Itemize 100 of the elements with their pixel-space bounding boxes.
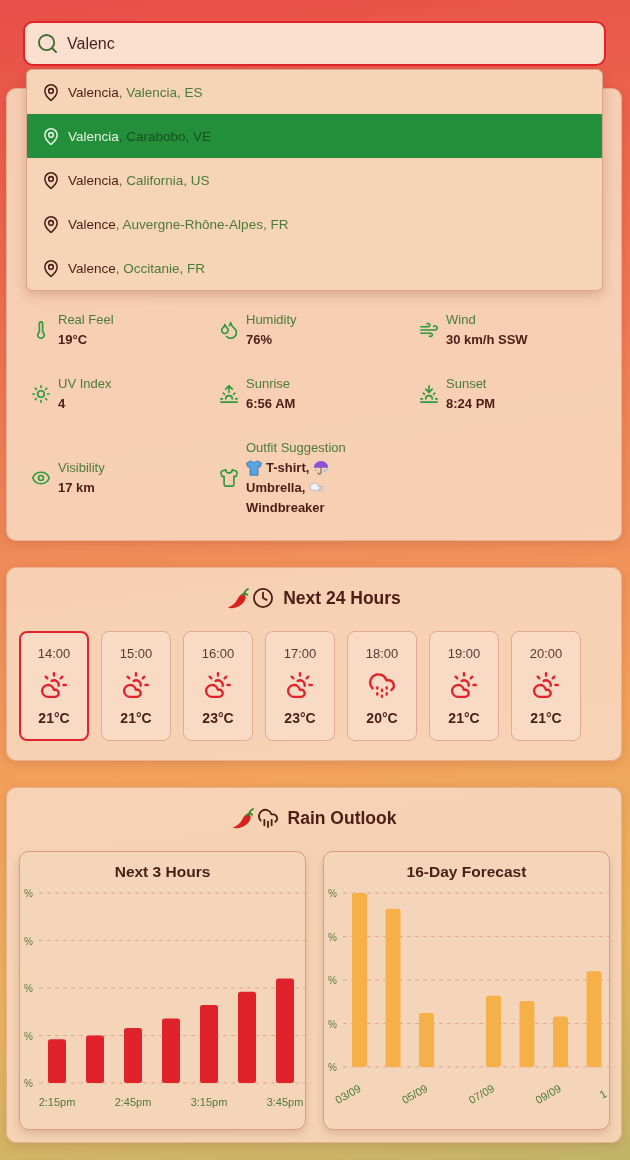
stat-label: UV Index: [58, 375, 112, 393]
rain-bar: [124, 1027, 142, 1083]
axis-label: 2:15pm: [38, 1096, 76, 1108]
chart-title: Next 3 Hours: [113, 862, 212, 882]
stat-value: 19°C: [58, 331, 89, 349]
hour-time: 16:00: [201, 645, 235, 663]
stat-label: Humidity: [246, 311, 297, 329]
suggestion-item[interactable]: Valencia, Carabobo, VE: [27, 114, 602, 158]
cloud-drizzle-icon: [369, 672, 395, 698]
region-name: , Carabobo, VE: [118, 128, 212, 144]
hour-time: 20:00: [529, 645, 563, 663]
city-name: Valence: [68, 260, 116, 276]
outfit-text: Windbreaker: [246, 499, 325, 517]
umbrella-icon: [313, 460, 330, 476]
map-pin-icon: [44, 171, 58, 189]
outfit-text: T-shirt,: [266, 459, 310, 477]
axis-label: 2:45pm: [114, 1096, 152, 1108]
city-name: Valence: [68, 216, 116, 232]
hour-card[interactable]: 16:00 23°C: [183, 631, 253, 741]
rain-bar: [553, 1016, 568, 1067]
sunrise-icon: [220, 385, 238, 403]
chili-pepper-icon: [231, 807, 254, 829]
axis-tick-label: %: [24, 935, 33, 947]
map-pin-icon: [44, 259, 58, 277]
region-name: , California, US: [118, 172, 210, 188]
map-pin-icon: [44, 127, 58, 145]
hour-time: 15:00: [119, 645, 153, 663]
hour-time: 18:00: [365, 645, 399, 663]
chili-pepper-icon: [227, 587, 250, 609]
city-name: Valencia: [68, 128, 119, 144]
stat-value: 30 km/h SSW: [446, 331, 528, 349]
cloud-sun-icon: [205, 672, 231, 698]
hour-temp: 23°C: [202, 709, 234, 727]
axis-tick-label: %: [328, 1018, 337, 1030]
cloud-sun-icon: [41, 672, 67, 698]
stat-value: 17 km: [58, 479, 96, 497]
rain-bar: [519, 1000, 535, 1067]
stat-label: Outfit Suggestion: [246, 439, 346, 457]
search-icon: [38, 34, 57, 53]
stat-label: Sunset: [446, 375, 488, 393]
axis-label: 3:45pm: [266, 1096, 304, 1108]
hour-temp: 21°C: [448, 709, 480, 727]
axis-tick-label: %: [328, 975, 337, 986]
hour-time: 19:00: [447, 645, 481, 663]
wind-icon: [420, 321, 438, 339]
axis-label: 1: [597, 1087, 609, 1101]
hour-card[interactable]: 18:00 20°C: [347, 631, 417, 741]
rain-bar: [419, 1013, 434, 1067]
droplets-icon: [220, 321, 238, 339]
hour-time: 14:00: [37, 645, 71, 663]
sun-icon: [32, 385, 50, 403]
eye-icon: [32, 469, 50, 487]
hour-temp: 21°C: [530, 709, 562, 727]
city-name: Valencia: [68, 172, 119, 188]
cloud-sun-icon: [287, 672, 313, 698]
search-field[interactable]: Valenc: [23, 21, 606, 66]
hour-card[interactable]: 14:00 21°C: [19, 631, 89, 741]
rain-bar: [486, 995, 501, 1067]
rain-bar: [86, 1035, 104, 1083]
hour-temp: 23°C: [284, 709, 316, 727]
sunset-icon: [420, 385, 438, 403]
hour-time: 17:00: [283, 645, 317, 663]
stat-value: 76%: [246, 331, 274, 349]
suggestion-item[interactable]: Valence, Occitanie, FR: [27, 246, 602, 290]
map-pin-icon: [44, 83, 58, 101]
cloud-sun-icon: [123, 672, 149, 698]
stat-value: 8:24 PM: [446, 395, 496, 413]
stat-value: 4: [58, 395, 67, 413]
section-title: Rain Outlook: [287, 807, 397, 829]
chart-title: 16-Day Forecast: [405, 862, 528, 882]
section-title: Next 24 Hours: [283, 587, 401, 609]
axis-tick-label: %: [24, 1030, 33, 1042]
region-name: , Valencia, ES: [118, 84, 203, 100]
map-pin-icon: [44, 215, 58, 233]
axis-tick-label: %: [24, 888, 33, 899]
suggestion-item[interactable]: Valence, Auvergne-Rhône-Alpes, FR: [27, 202, 602, 246]
stat-label: Sunrise: [246, 375, 292, 393]
hour-card[interactable]: 19:00 21°C: [429, 631, 499, 741]
cloud-rain-icon: [257, 808, 278, 828]
hour-card[interactable]: 15:00 21°C: [101, 631, 171, 741]
axis-tick-label: %: [328, 888, 337, 899]
axis-label: 3:15pm: [190, 1096, 228, 1108]
hour-card[interactable]: 20:00 21°C: [511, 631, 581, 741]
suggestion-item[interactable]: Valencia, Valencia, ES: [27, 70, 602, 114]
hour-card[interactable]: 17:00 23°C: [265, 631, 335, 741]
axis-tick-label: %: [24, 1078, 33, 1089]
region-name: , Occitanie, FR: [115, 260, 206, 276]
axis-tick-label: %: [328, 931, 337, 943]
stat-label: Wind: [446, 311, 477, 329]
suggestion-item[interactable]: Valencia, California, US: [27, 158, 602, 202]
outfit-text: Umbrella,: [246, 479, 306, 497]
shirt-icon: [220, 469, 238, 487]
rain-bar: [162, 1018, 180, 1083]
clock-icon: [253, 588, 274, 608]
axis-tick-label: %: [24, 983, 33, 994]
stat-label: Visibility: [58, 459, 105, 477]
cloud-sun-icon: [451, 672, 477, 698]
hour-temp: 21°C: [120, 709, 152, 727]
city-name: Valencia: [68, 84, 119, 100]
axis-tick-label: %: [328, 1062, 337, 1073]
